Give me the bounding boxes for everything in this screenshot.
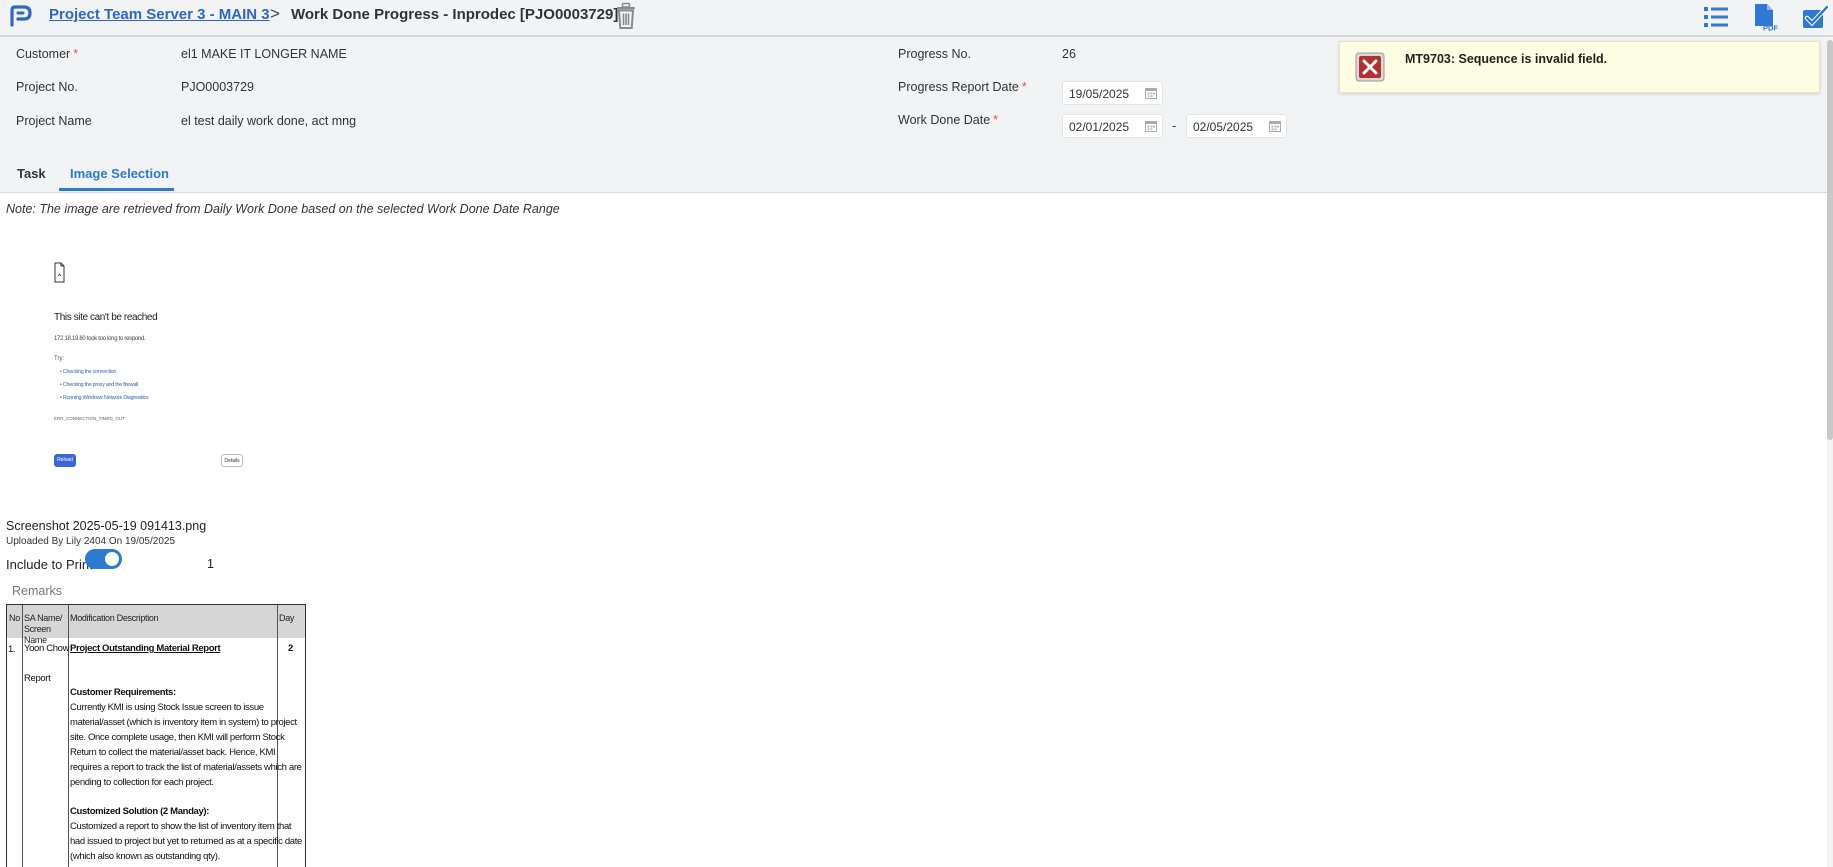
progress-report-date-field[interactable]: 19/05/2025 xyxy=(1062,81,1163,105)
thumb-heading: This site can't be reached xyxy=(54,312,158,323)
error-close-icon[interactable] xyxy=(1355,52,1385,82)
trash-icon[interactable] xyxy=(614,2,638,30)
include-to-print-toggle[interactable] xyxy=(85,549,122,569)
error-message: MT9703: Sequence is invalid field. xyxy=(1405,52,1608,66)
pdf-icon[interactable]: PDF xyxy=(1752,3,1780,31)
header-day: Day xyxy=(279,613,295,623)
page-title: Work Done Progress - Inprodec [PJO000372… xyxy=(291,6,619,23)
calendar-icon[interactable] xyxy=(1145,87,1157,99)
include-to-print-label: Include to Print xyxy=(6,557,93,572)
sequence-value[interactable]: 1 xyxy=(207,557,214,571)
solution-line: had issued to project but yet to returne… xyxy=(70,836,302,847)
tab-image-selection[interactable]: Image Selection xyxy=(70,166,169,181)
thumb-reload-button: Reload xyxy=(54,454,76,467)
thumb-try: Try: xyxy=(54,356,65,362)
calendar-icon[interactable] xyxy=(1269,120,1281,132)
work-done-to-value: 02/05/2025 xyxy=(1193,120,1254,134)
requirements-heading: Customer Requirements: xyxy=(70,687,176,698)
header-modification: Modification Description xyxy=(70,613,159,623)
progress-report-date-label: Progress Report Date * xyxy=(898,80,1027,94)
image-file-name: Screenshot 2025-05-19 091413.png xyxy=(6,519,207,533)
error-toast[interactable]: MT9703: Sequence is invalid field. xyxy=(1339,41,1820,93)
logo-icon[interactable] xyxy=(9,4,33,28)
work-done-from-value: 02/01/2025 xyxy=(1069,120,1130,134)
requirements-line: material/asset (which is inventory item … xyxy=(70,717,297,728)
thumb-item: • Running Windows Network Diagnostics xyxy=(60,395,149,401)
work-done-from-field[interactable]: 02/01/2025 xyxy=(1062,114,1163,138)
list-icon[interactable] xyxy=(1702,3,1730,31)
calendar-icon[interactable] xyxy=(1145,120,1157,132)
thumb-item: • Checking the connection xyxy=(60,369,117,375)
project-name-label: Project Name xyxy=(16,114,92,128)
customer-value: el1 MAKE IT LONGER NAME xyxy=(181,47,347,61)
column-divider xyxy=(22,605,23,867)
work-done-date-label: Work Done Date * xyxy=(898,113,999,127)
requirements-line: pending to collection for each project. xyxy=(70,777,214,788)
row-title: Project Outstanding Material Report xyxy=(70,643,221,654)
top-bar: Project Team Server 3 - MAIN 3 > Work Do… xyxy=(0,0,1833,37)
project-name-value: el test daily work done, act mng xyxy=(181,114,357,128)
remarks-document: No SA Name/ Screen Name Modification Des… xyxy=(6,604,306,867)
customer-label: Customer * xyxy=(16,47,79,61)
row-screen-name: Report xyxy=(24,673,51,684)
requirements-line: Currently KMI is using Stock Issue scree… xyxy=(70,702,264,713)
tab-task[interactable]: Task xyxy=(17,166,46,181)
thumb-error-code: ERR_CONNECTION_TIMED_OUT xyxy=(54,416,125,421)
solution-line: (which also known as outstanding qty). xyxy=(70,851,220,862)
remarks-label: Remarks xyxy=(12,584,63,598)
project-no-value: PJO0003729 xyxy=(181,80,254,94)
project-no-label: Project No. xyxy=(16,80,78,94)
active-tab-indicator xyxy=(59,188,174,191)
solution-heading: Customized Solution (2 Manday): xyxy=(70,806,210,817)
progress-no-value: 26 xyxy=(1062,47,1076,61)
thumb-item: • Checking the proxy and the firewall xyxy=(60,382,138,388)
row-no: 1. xyxy=(8,644,16,655)
svg-text:PDF: PDF xyxy=(1763,24,1778,32)
breadcrumb-separator: > xyxy=(270,4,280,23)
scrollbar-thumb[interactable] xyxy=(1827,40,1833,440)
toggle-knob xyxy=(105,552,119,566)
broken-page-icon xyxy=(54,262,65,283)
header-no: No xyxy=(9,613,20,623)
row-sa-name: Yoon Chow xyxy=(24,643,70,654)
requirements-line: requires a report to track the list of m… xyxy=(70,762,302,773)
row-day: 2 xyxy=(288,643,293,654)
solution-line: Customized a report to show the list of … xyxy=(70,821,292,832)
date-range-separator: - xyxy=(1172,118,1177,133)
breadcrumb-server-link[interactable]: Project Team Server 3 - MAIN 3 xyxy=(49,6,270,23)
checkbox-icon[interactable] xyxy=(1801,3,1829,31)
progress-no-label: Progress No. xyxy=(898,47,971,61)
image-thumbnail[interactable]: This site can't be reached 172.18.19.60 … xyxy=(40,250,270,480)
thumb-subtext: 172.18.19.60 took too long to respond. xyxy=(54,336,146,342)
uploaded-by: Uploaded By Lily 2404 On 19/05/2025 xyxy=(6,536,176,547)
requirements-line: Return to collect the material/asset bac… xyxy=(70,747,276,758)
progress-report-date-value: 19/05/2025 xyxy=(1069,87,1130,101)
image-selection-note: Note: The image are retrieved from Daily… xyxy=(6,202,560,216)
thumb-details-button: Details xyxy=(221,454,243,467)
work-done-to-field[interactable]: 02/05/2025 xyxy=(1186,114,1287,138)
requirements-line: site. Once complete usage, then KMI will… xyxy=(70,732,285,743)
